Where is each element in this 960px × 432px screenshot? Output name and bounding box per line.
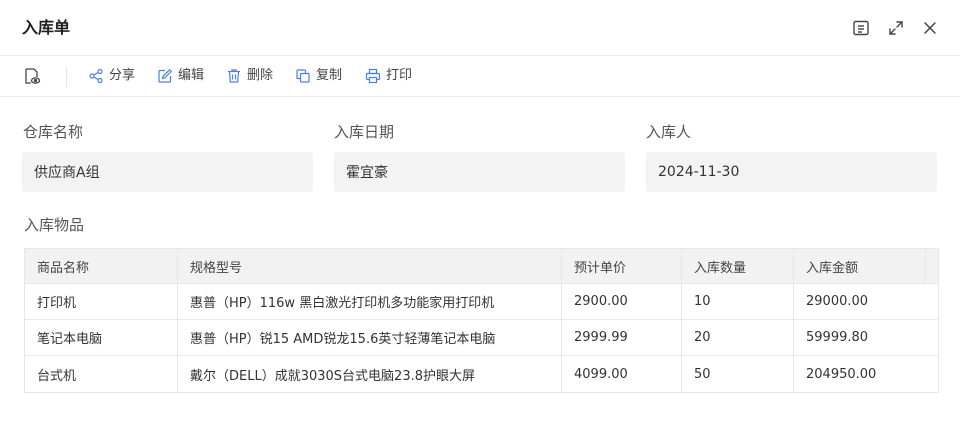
table-row: 打印机 惠普（HP）116w 黑白激光打印机多功能家用打印机 2900.00 1…: [25, 284, 938, 320]
cell-quantity: 10: [682, 284, 794, 319]
items-table: 商品名称 规格型号 预计单价 入库数量 入库金额 打印机 惠普（HP）116w …: [24, 248, 939, 393]
items-section-title: 入库物品: [24, 216, 85, 234]
column-header-scroll-gutter: [926, 249, 938, 283]
cell-amount: 204950.00: [806, 366, 877, 382]
column-header-unit-price: 预计单价: [562, 249, 682, 283]
stock-in-date-field: 霍宜豪: [334, 152, 625, 192]
cell-quantity: 20: [682, 320, 794, 355]
edit-icon: [157, 68, 173, 84]
sidebar-panel-icon[interactable]: [851, 18, 871, 38]
cell-amount: 59999.80: [806, 330, 869, 345]
copy-button[interactable]: 复制: [295, 66, 342, 86]
table-row: 笔记本电脑 惠普（HP）锐15 AMD锐龙15.6英寸轻薄笔记本电脑 2999.…: [25, 320, 938, 356]
toolbar: 分享 编辑 删除 复制 打印: [0, 56, 960, 97]
cell-unit-price: 2900.00: [562, 284, 682, 319]
edit-label: 编辑: [178, 68, 205, 83]
document-preview-icon[interactable]: [22, 66, 42, 86]
share-button[interactable]: 分享: [88, 66, 135, 86]
cell-quantity: 50: [682, 356, 794, 392]
copy-label: 复制: [316, 68, 343, 83]
stock-in-person-label: 入库人: [646, 123, 692, 141]
dialog-header: 入库单: [0, 0, 960, 56]
delete-label: 删除: [247, 68, 274, 83]
stock-in-person-field: 2024-11-30: [646, 152, 937, 192]
column-header-amount: 入库金额: [794, 249, 926, 283]
printer-icon: [365, 68, 381, 84]
edit-button[interactable]: 编辑: [157, 66, 204, 86]
dialog-title: 入库单: [22, 18, 71, 37]
cell-product-name: 打印机: [25, 284, 178, 319]
table-header: 商品名称 规格型号 预计单价 入库数量 入库金额: [25, 249, 938, 284]
warehouse-name-field: 供应商A组: [22, 152, 313, 192]
cell-product-name: 笔记本电脑: [25, 320, 178, 355]
cell-specification: 戴尔（DELL）成就3030S台式电脑23.8护眼大屏: [178, 356, 562, 392]
trash-icon: [226, 68, 242, 84]
table-row: 台式机 戴尔（DELL）成就3030S台式电脑23.8护眼大屏 4099.00 …: [25, 356, 938, 392]
stock-in-date-label: 入库日期: [334, 123, 395, 141]
column-header-specification: 规格型号: [178, 249, 562, 283]
delete-button[interactable]: 删除: [226, 66, 273, 86]
cell-specification: 惠普（HP）116w 黑白激光打印机多功能家用打印机: [178, 284, 562, 319]
toolbar-divider: [66, 67, 67, 87]
share-label: 分享: [109, 68, 136, 83]
close-icon[interactable]: [920, 18, 940, 38]
cell-specification: 惠普（HP）锐15 AMD锐龙15.6英寸轻薄笔记本电脑: [178, 320, 562, 355]
share-icon: [88, 68, 104, 84]
copy-icon: [295, 68, 311, 84]
column-header-quantity: 入库数量: [682, 249, 794, 283]
cell-unit-price: 4099.00: [562, 356, 682, 392]
cell-unit-price: 2999.99: [562, 320, 682, 355]
print-label: 打印: [386, 68, 413, 83]
stock-in-dialog: 入库单 分享 编辑 删除 复制 打印 仓库名称 供应商A组 入库日期 霍宜豪 入…: [0, 0, 960, 432]
print-button[interactable]: 打印: [365, 66, 412, 86]
warehouse-name-label: 仓库名称: [23, 123, 84, 141]
column-header-product-name: 商品名称: [25, 249, 178, 283]
expand-icon[interactable]: [886, 18, 906, 38]
cell-product-name: 台式机: [25, 356, 178, 392]
cell-amount: 29000.00: [806, 294, 869, 309]
